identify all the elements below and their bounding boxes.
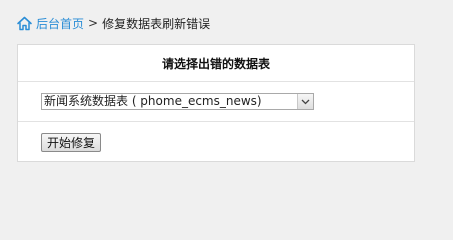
table-select-row: 新闻系统数据表 ( phome_ecms_news) (18, 82, 414, 122)
chevron-down-icon[interactable] (297, 94, 313, 109)
breadcrumb-current: 修复数据表刷新错误 (102, 16, 211, 31)
home-icon[interactable] (16, 15, 33, 32)
breadcrumb: 后台首页 > 修复数据表刷新错误 (16, 13, 210, 33)
table-select[interactable]: 新闻系统数据表 ( phome_ecms_news) (41, 93, 314, 110)
action-row: 开始修复 (18, 122, 414, 162)
breadcrumb-separator: > (88, 16, 99, 30)
home-link[interactable]: 后台首页 (36, 15, 84, 32)
table-select-value: 新闻系统数据表 ( phome_ecms_news) (44, 94, 262, 108)
repair-panel: 请选择出错的数据表 新闻系统数据表 ( phome_ecms_news) 开始修… (17, 44, 415, 162)
panel-title: 请选择出错的数据表 (18, 45, 414, 82)
start-repair-button[interactable]: 开始修复 (41, 132, 102, 152)
